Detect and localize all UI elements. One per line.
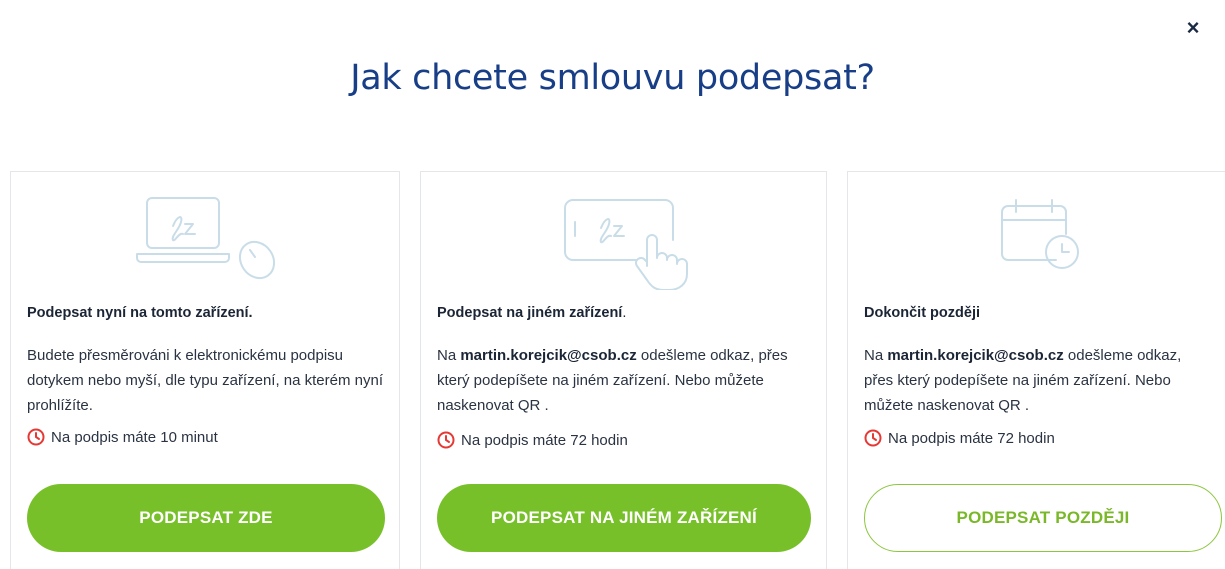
timer-info: Na podpis máte 10 minut xyxy=(27,428,218,446)
option-heading: Podepsat na jiném zařízení. xyxy=(437,305,626,321)
timer-info: Na podpis máte 72 hodin xyxy=(437,431,628,449)
clock-icon xyxy=(27,428,45,446)
option-card-other-device: Podepsat na jiném zařízení. Na martin.ko… xyxy=(420,171,827,569)
description-prefix: Na xyxy=(437,347,461,364)
timer-text: Na podpis máte 72 hodin xyxy=(888,429,1055,447)
sign-other-device-button[interactable]: PODEPSAT NA JINÉM ZAŘÍZENÍ xyxy=(437,484,811,552)
timer-text: Na podpis máte 72 hodin xyxy=(461,431,628,449)
option-description: Budete přesměrováni k elektronickému pod… xyxy=(27,347,384,414)
timer-info: Na podpis máte 72 hodin xyxy=(864,429,1055,447)
option-card-later: Dokončit později Na martin.korejcik@csob… xyxy=(847,171,1225,569)
email-address: martin.korejcik@csob.cz xyxy=(460,347,637,364)
sign-later-button[interactable]: PODEPSAT POZDĚJI xyxy=(864,484,1222,552)
sign-dialog: × Jak chcete smlouvu podepsat? Podepsat … xyxy=(0,0,1225,569)
calendar-clock-icon xyxy=(998,190,1088,295)
sign-here-button[interactable]: PODEPSAT ZDE xyxy=(27,484,385,552)
laptop-mouse-signature-icon xyxy=(129,190,289,295)
tablet-touch-signature-icon xyxy=(561,190,691,295)
option-heading: Dokončit později xyxy=(864,305,980,321)
option-heading-dot: . xyxy=(622,305,627,321)
description-prefix: Na xyxy=(864,347,888,364)
email-address: martin.korejcik@csob.cz xyxy=(887,347,1064,364)
timer-text: Na podpis máte 10 minut xyxy=(51,428,218,446)
close-icon[interactable]: × xyxy=(1183,17,1203,39)
clock-icon xyxy=(864,429,882,447)
option-description: Na martin.korejcik@csob.cz odešleme odka… xyxy=(437,343,797,418)
option-heading-text: Podepsat na jiném zařízení xyxy=(437,305,623,321)
page-title: Jak chcete smlouvu podepsat? xyxy=(350,58,875,98)
clock-icon xyxy=(437,431,455,449)
option-card-this-device: Podepsat nyní na tomto zařízení. Budete … xyxy=(10,171,400,569)
option-description: Na martin.korejcik@csob.cz odešleme odka… xyxy=(864,343,1184,418)
option-heading: Podepsat nyní na tomto zařízení. xyxy=(27,305,253,321)
